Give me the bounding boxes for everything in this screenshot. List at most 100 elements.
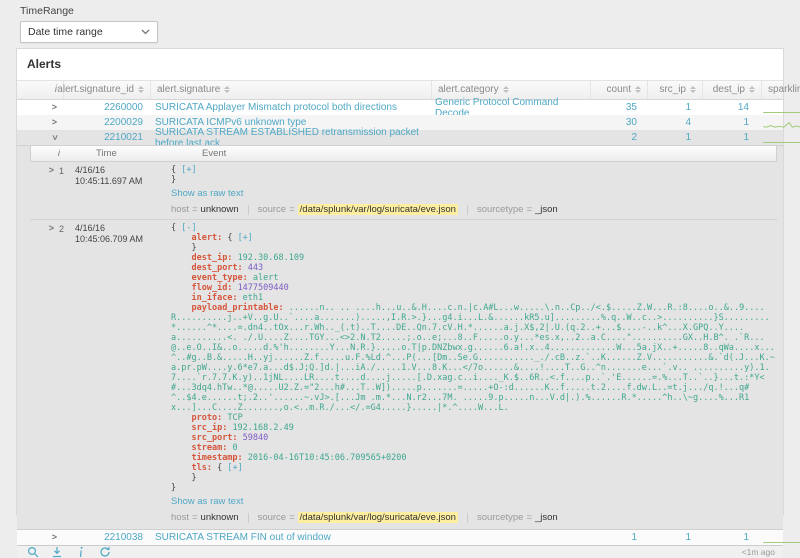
timerange-dropdown[interactable]: Date time range [20,21,158,43]
json-key: proto: [191,413,222,423]
event-row: > 1 4/16/16 10:45:11.697 AM { [+]} Show … [30,162,777,220]
header-src-ip[interactable]: src_ip [648,81,703,99]
json-punctuation [171,433,191,443]
divider [467,205,468,215]
json-key: stream: [191,443,227,453]
json-key: dest_ip: [191,253,232,263]
source-label: source [258,204,287,215]
table-header: i alert.signature_id alert.signature ale… [17,80,783,100]
src-ip-value[interactable]: 1 [685,532,691,543]
json-punctuation [171,273,191,283]
alerts-panel: Alerts i alert.signature_id alert.signat… [16,48,784,515]
sparkline-chart [761,102,800,114]
toggle-json-link[interactable]: [+] [238,233,253,243]
json-punctuation: { [171,223,181,233]
json-key: alert: [191,233,222,243]
panel-title: Alerts [17,49,783,80]
sparkline-path [763,533,800,542]
json-string-value: ......n.. .. ....h...u..&.H....c.n.|c.A#… [171,303,775,413]
sort-icon[interactable] [635,86,641,93]
dest-ip-value[interactable]: 14 [738,102,749,113]
dest-ip-value[interactable]: 1 [743,132,749,143]
signature-id-link[interactable]: 2260000 [104,102,143,113]
host-value[interactable]: unknown [201,204,239,215]
json-string-value: eth1 [243,293,263,303]
header-signature[interactable]: alert.signature [151,81,432,99]
json-punctuation [171,293,191,303]
header-label: src_ip [659,84,686,95]
sourcetype-label: sourcetype [477,204,523,215]
src-ip-value[interactable]: 1 [685,132,691,143]
sort-icon[interactable] [690,86,696,93]
signature-link[interactable]: SURICATA STREAM FIN out of window [155,532,331,543]
source-label: source [258,512,287,523]
json-key: event_type: [191,273,247,283]
header-sparkline[interactable]: sparkline [762,81,800,99]
json-string-value: 0 [232,443,237,453]
timerange-label: TimeRange [20,5,800,17]
json-punctuation: } [171,483,176,493]
source-value[interactable]: /data/splunk/var/log/suricata/eve.json [298,512,458,523]
signature-link[interactable]: SURICATA Applayer Mismatch protocol both… [155,102,397,113]
sourcetype-value[interactable]: _json [535,204,558,215]
equals: = [289,204,295,215]
panel-footer: <1m ago [17,545,783,558]
source-value[interactable]: /data/splunk/var/log/suricata/eve.json [298,204,458,215]
json-punctuation [171,443,191,453]
event-json: { [+]} [171,165,777,185]
json-punctuation [171,283,191,293]
count-value[interactable]: 2 [631,132,637,143]
expand-row-icon[interactable]: > [52,533,57,542]
json-number-value: 1477509440 [238,283,289,293]
sort-icon[interactable] [503,86,509,93]
refresh-icon[interactable] [99,546,111,558]
json-string-value: TCP [227,413,242,423]
timerange-bar: TimeRange Date time range [0,0,800,43]
collapse-row-icon[interactable]: > [50,135,59,140]
event-time: 4/16/16 10:45:06.709 AM [75,223,171,523]
info-icon[interactable] [75,546,87,558]
json-key: src_port: [191,433,237,443]
timerange-value: Date time range [28,26,103,38]
expand-event-icon[interactable]: > [49,166,54,175]
divider [467,513,468,523]
count-value[interactable]: 35 [626,102,637,113]
header-label: alert.category [438,84,499,95]
events-header-time: Time [91,148,197,159]
src-ip-value[interactable]: 4 [685,117,691,128]
json-punctuation [171,453,191,463]
download-icon[interactable] [51,546,63,558]
event-number: 1 [59,165,75,215]
search-icon[interactable] [27,546,39,558]
signature-id-link[interactable]: 2210038 [104,532,143,543]
toggle-json-link[interactable]: [+] [227,463,242,473]
sort-icon[interactable] [138,86,144,93]
header-signature-id[interactable]: alert.signature_id [64,81,151,99]
expand-row-icon[interactable]: > [52,103,57,112]
toggle-json-link[interactable]: [+] [181,165,196,175]
sparkline-chart [761,132,800,144]
src-ip-value[interactable]: 1 [685,102,691,113]
host-label: host [171,204,189,215]
json-punctuation [171,303,191,313]
json-string-value: alert [253,273,279,283]
sort-icon[interactable] [749,86,755,93]
dest-ip-value[interactable]: 1 [743,117,749,128]
dest-ip-value[interactable]: 1 [743,532,749,543]
signature-id-link[interactable]: 2210021 [104,132,143,143]
expand-event-icon[interactable]: > [49,224,54,233]
count-value[interactable]: 30 [626,117,637,128]
header-dest-ip[interactable]: dest_ip [703,81,762,99]
show-raw-text-link[interactable]: Show as raw text [171,496,243,507]
show-raw-text-link[interactable]: Show as raw text [171,188,243,199]
host-value[interactable]: unknown [201,512,239,523]
header-count[interactable]: count [591,81,648,99]
sourcetype-value[interactable]: _json [535,512,558,523]
toggle-json-link[interactable]: [-] [181,223,196,233]
signature-id-link[interactable]: 2200029 [104,117,143,128]
expand-row-icon[interactable]: > [52,118,57,127]
event-json: { [-] alert: { [+] } dest_ip: 192.30.68.… [171,223,777,493]
count-value[interactable]: 1 [631,532,637,543]
json-key: dest_port: [191,263,242,273]
sort-icon[interactable] [224,86,230,93]
